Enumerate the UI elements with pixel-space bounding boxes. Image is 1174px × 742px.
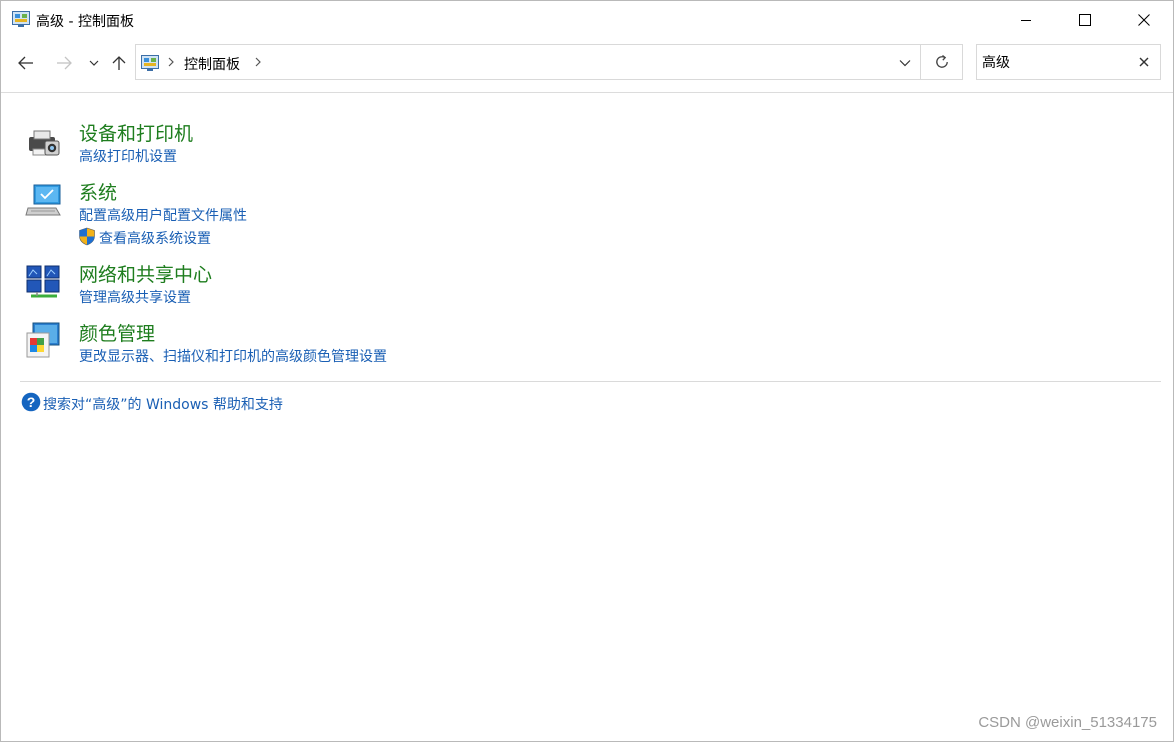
minimize-icon	[1020, 20, 1031, 21]
network-icon[interactable]	[25, 263, 63, 301]
minimize-button[interactable]	[996, 1, 1055, 39]
chevron-right-icon[interactable]	[167, 57, 175, 67]
title-bar[interactable]: 高级 - 控制面板	[1, 1, 1173, 39]
printer-icon[interactable]	[25, 125, 63, 163]
search-input[interactable]	[982, 52, 1132, 72]
category-title-network-sharing[interactable]: 网络和共享中心	[79, 260, 212, 287]
close-icon	[1137, 14, 1150, 26]
clear-search-button[interactable]	[1136, 54, 1152, 70]
control-panel-icon	[12, 11, 30, 27]
windows-help-link[interactable]: 搜索对“高级”的 Windows 帮助和支持	[43, 394, 283, 414]
link-advanced-system-settings[interactable]: 查看高级系统设置	[99, 228, 211, 248]
help-icon: ?	[21, 392, 41, 412]
recent-locations-button[interactable]	[85, 49, 103, 77]
address-dropdown-button[interactable]	[894, 53, 916, 73]
maximize-icon	[1078, 14, 1091, 26]
chevron-down-icon	[89, 60, 99, 66]
results-divider	[20, 381, 1161, 382]
computer-icon[interactable]	[25, 182, 63, 220]
chevron-down-icon	[899, 60, 911, 67]
watermark: CSDN @weixin_51334175	[978, 714, 1157, 731]
link-advanced-sharing-settings[interactable]: 管理高级共享设置	[79, 287, 191, 307]
refresh-icon	[935, 54, 948, 68]
category-title-devices-printers[interactable]: 设备和打印机	[79, 119, 193, 146]
chevron-right-icon[interactable]	[254, 57, 262, 67]
link-advanced-printer-settings[interactable]: 高级打印机设置	[79, 146, 177, 166]
category-title-color-management[interactable]: 颜色管理	[79, 319, 155, 346]
window-title: 高级 - 控制面板	[36, 14, 134, 30]
maximize-button[interactable]	[1055, 1, 1114, 39]
back-button[interactable]	[13, 49, 39, 77]
address-bar[interactable]: 控制面板	[135, 44, 921, 80]
arrow-up-icon	[112, 56, 126, 70]
up-button[interactable]	[108, 49, 130, 77]
control-panel-icon	[141, 55, 159, 71]
arrow-left-icon	[18, 56, 33, 70]
close-icon	[1139, 57, 1149, 67]
control-panel-window: 高级 - 控制面板 控制面板 高级 设备和打印机 高级打印机设置 系统 配置高级…	[0, 0, 1174, 742]
svg-text:?: ?	[27, 394, 36, 410]
breadcrumb-control-panel[interactable]: 控制面板	[184, 54, 240, 74]
link-user-profile-properties[interactable]: 配置高级用户配置文件属性	[79, 205, 247, 225]
close-button[interactable]	[1114, 1, 1173, 39]
navigation-bar: 控制面板	[1, 39, 1173, 93]
category-title-system[interactable]: 系统	[79, 178, 117, 205]
search-box[interactable]	[976, 44, 1161, 80]
uac-shield-icon	[79, 227, 95, 246]
toolbar-divider	[1, 92, 1173, 93]
refresh-button[interactable]	[920, 44, 963, 80]
link-advanced-color-management[interactable]: 更改显示器、扫描仪和打印机的高级颜色管理设置	[79, 346, 387, 366]
arrow-right-icon	[57, 56, 72, 70]
forward-button[interactable]	[51, 49, 77, 77]
color-management-icon[interactable]	[25, 321, 63, 359]
